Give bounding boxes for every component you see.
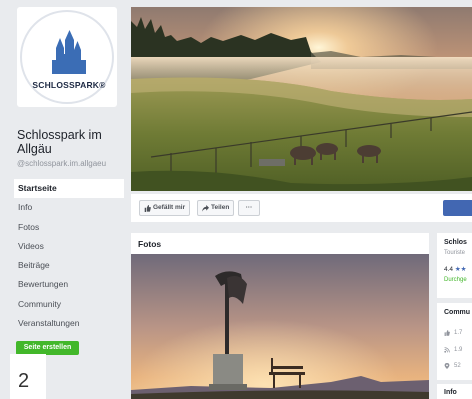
photos-card: Fotos [131,233,429,399]
about-card-title[interactable]: Schlos [444,239,467,246]
left-sidebar: SCHLOSSPARK® Schlosspark im Allgäu @schl… [0,0,128,399]
community-card-title[interactable]: Commu [444,309,470,316]
thumbs-up-icon [444,330,450,336]
nav-item-startseite[interactable]: Startseite [14,179,124,199]
page-navigation: Startseite Info Fotos Videos Beiträge Be… [14,179,124,333]
avatar[interactable]: SCHLOSSPARK® [20,10,114,104]
page-title[interactable]: Schlosspark im Allgäu [17,128,127,156]
share-button[interactable]: Teilen [197,200,235,216]
page-action-bar: Gefällt mir Teilen ··· [131,194,472,222]
cover-landscape-image [131,7,472,191]
about-card: Schlos Touriste 4.4 ★★ Durchge [437,233,472,298]
community-card: Commu 1.7 1.9 52 [437,303,472,380]
rating-value: 4.4 [444,266,454,273]
nav-item-beitraege[interactable]: Beiträge [14,256,124,275]
checkins-count: 52 [454,363,461,369]
primary-action-button[interactable] [443,200,472,216]
rating-row[interactable]: 4.4 ★★ [444,265,467,273]
page-number-label: 2 [10,354,46,399]
like-button-label: Gefällt mir [153,204,186,211]
share-arrow-icon [202,204,209,212]
castle-logo-icon [52,30,86,74]
create-page-button[interactable]: Seite erstellen [16,341,79,355]
nav-item-bewertungen[interactable]: Bewertungen [14,275,124,294]
nav-item-info[interactable]: Info [14,198,124,217]
logo-text: SCHLOSSPARK® [32,80,106,90]
rating-stars-icon: ★★ [454,266,467,273]
nav-item-videos[interactable]: Videos [14,237,124,256]
follows-count: 1.9 [454,347,463,353]
nav-item-community[interactable]: Community [14,295,124,314]
more-options-button[interactable]: ··· [238,200,260,216]
info-card: Info [437,384,472,399]
about-card-category: Touriste [444,250,466,256]
rss-follow-icon [444,347,450,353]
thumbs-up-icon [144,204,151,212]
photos-card-image[interactable] [131,254,429,399]
cover-photo[interactable] [131,7,472,191]
like-button[interactable]: Gefällt mir [139,200,191,216]
photos-card-title[interactable]: Fotos [138,239,161,249]
check-in-pin-icon [444,363,450,369]
profile-picture-frame[interactable]: SCHLOSSPARK® [17,7,117,107]
page-handle[interactable]: @schlosspark.im.allgaeu [17,159,129,168]
more-options-label: ··· [245,204,253,211]
nav-item-fotos[interactable]: Fotos [14,218,124,237]
likes-count: 1.7 [454,330,463,336]
rating-link[interactable]: Durchge [444,277,467,283]
info-card-title[interactable]: Info [444,389,457,396]
wayside-cross-sunset-image [131,254,429,399]
share-button-label: Teilen [211,204,230,211]
nav-item-veranstaltungen[interactable]: Veranstaltungen [14,314,124,333]
